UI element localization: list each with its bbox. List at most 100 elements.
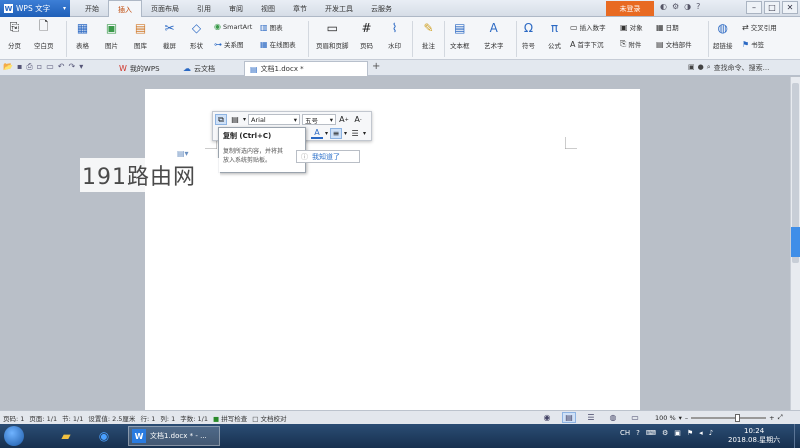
screenshot-button[interactable]: ✂ 截屏 xyxy=(161,19,178,51)
tab-developer[interactable]: 开发工具 xyxy=(316,0,362,17)
page-view-icon[interactable]: ▤ xyxy=(562,412,576,423)
tab-cloud[interactable]: 云服务 xyxy=(362,0,401,17)
blank-page-button[interactable]: 🗋 空白页 xyxy=(34,19,54,50)
settings-tray-icon[interactable]: ⚙ xyxy=(662,429,668,437)
grow-font-icon[interactable]: A + xyxy=(338,114,350,125)
page-number-button[interactable]: # 页码 xyxy=(358,19,375,51)
zoom-out-icon[interactable]: – xyxy=(685,414,688,422)
fit-icon[interactable]: ⤢ xyxy=(778,413,783,422)
cross-ref-button[interactable]: ⇄ 交叉引用 xyxy=(742,22,777,33)
tab-review[interactable]: 审阅 xyxy=(220,0,252,17)
hyperlink-button[interactable]: ◍ 超链接 xyxy=(713,19,733,51)
pagination-button[interactable]: ⎘ 分页 xyxy=(6,19,23,50)
maximize-icon[interactable]: □ xyxy=(764,1,780,14)
chart-button[interactable]: ▥ 图表 xyxy=(260,22,283,33)
tab-cloud-docs[interactable]: ☁ 云文档 xyxy=(178,61,220,76)
tab-insert[interactable]: 插入 xyxy=(108,0,142,18)
spell-check[interactable]: ■ 拼写检查 xyxy=(213,413,247,423)
tab-document1[interactable]: ▤ 文档1.docx * xyxy=(244,61,368,76)
smartart-button[interactable]: ◉ SmartArt xyxy=(214,22,252,31)
shrink-font-icon[interactable]: A- xyxy=(352,114,364,125)
clock[interactable]: 10:24 2018.08.星期六 xyxy=(728,427,780,445)
object-button[interactable]: ▣ 对象 xyxy=(620,22,643,33)
symbol-button[interactable]: Ω 符号 xyxy=(520,19,537,51)
skin-icon[interactable]: ◐ xyxy=(660,2,667,11)
watermark-button[interactable]: ⌇ 水印 xyxy=(386,19,403,51)
bookmark-button[interactable]: ⚑ 书签 xyxy=(742,39,764,50)
login-button[interactable]: 未登录 xyxy=(606,1,654,16)
minimize-icon[interactable]: – xyxy=(746,1,762,14)
outline-view-icon[interactable]: ☰ xyxy=(584,412,598,423)
folder-icon[interactable]: ▰ xyxy=(52,426,80,446)
font-name-select[interactable]: Arial ▾ xyxy=(248,114,301,125)
comment-button[interactable]: ✎ 批注 xyxy=(420,19,437,51)
attachment-button[interactable]: ⎘ 附件 xyxy=(620,39,641,49)
sync-icon[interactable]: ● xyxy=(698,63,704,73)
date-button[interactable]: ▦ 日期 xyxy=(656,22,679,33)
undo-icon[interactable]: ↶ xyxy=(58,62,65,72)
redo-icon[interactable]: ↷ xyxy=(68,62,75,72)
textbox-button[interactable]: ▤ 文本框 xyxy=(450,19,470,51)
keyboard-icon[interactable]: ⌨ xyxy=(646,429,656,437)
status-setting[interactable]: 设置值: 2.5厘米 xyxy=(88,413,135,423)
wordart-button[interactable]: A 艺术字 xyxy=(484,19,504,51)
zoom-slider[interactable] xyxy=(691,413,767,422)
save-icon[interactable]: ▪ xyxy=(17,62,22,72)
ime-indicator[interactable]: CH xyxy=(620,429,630,437)
formula-button[interactable]: π 公式 xyxy=(546,19,563,51)
table-button[interactable]: ▦ 表格 xyxy=(74,19,91,51)
picture-button[interactable]: ▣ 图片 xyxy=(103,19,120,51)
upload-icon[interactable]: ▣ xyxy=(688,63,695,73)
align-center-icon[interactable]: ≡ xyxy=(330,128,343,139)
dropcap-button[interactable]: A 首字下沉 xyxy=(570,39,603,50)
start-button[interactable] xyxy=(4,426,24,446)
status-page[interactable]: 页码: 1 xyxy=(3,413,24,423)
tab-home[interactable]: 开始 xyxy=(76,0,108,17)
doc-parts-button[interactable]: ▤ 文档部件 xyxy=(656,39,692,50)
copy-icon[interactable]: ⧉ xyxy=(215,114,227,125)
paste-options-icon[interactable]: ▤▾ xyxy=(177,149,189,158)
zoom-slider-knob[interactable] xyxy=(735,413,741,422)
zoom-level[interactable]: 100 % xyxy=(655,414,676,422)
tab-chapter[interactable]: 章节 xyxy=(284,0,316,17)
open-icon[interactable]: 📂 xyxy=(3,62,13,72)
volume-icon[interactable]: ◂ xyxy=(699,429,703,437)
speaker-icon[interactable]: ♪ xyxy=(709,429,713,437)
export-icon[interactable]: ▭ xyxy=(46,62,54,72)
read-view-icon[interactable]: ▭ xyxy=(628,412,642,423)
new-tab-plus-icon[interactable]: + xyxy=(372,61,380,72)
command-search[interactable]: ▣ ● ⌕ 查找命令、搜索... xyxy=(688,63,769,73)
chevron-down-icon[interactable]: ▾ xyxy=(679,414,682,422)
customize-chevron-icon[interactable]: ▾ xyxy=(79,62,83,72)
app-menu-button[interactable]: W WPS 文字 ▾ xyxy=(0,0,70,17)
relation-map-button[interactable]: ⊶ 关系图 xyxy=(214,39,244,50)
network-icon[interactable]: ▣ xyxy=(674,429,681,437)
shapes-button[interactable]: ◇ 形状 xyxy=(188,19,205,51)
settings-icon[interactable]: ⚙ xyxy=(672,2,679,11)
tab-references[interactable]: 引用 xyxy=(188,0,220,17)
tab-page-layout[interactable]: 页面布局 xyxy=(142,0,188,17)
got-it-button[interactable]: ⓘ 我知道了 xyxy=(296,150,360,163)
font-color-icon[interactable]: A xyxy=(311,128,323,139)
show-desktop-button[interactable] xyxy=(794,424,800,448)
online-chart-button[interactable]: ▦ 在线图表 xyxy=(260,39,296,50)
preview-icon[interactable]: ▫ xyxy=(37,62,42,72)
side-panel-handle[interactable] xyxy=(791,227,800,257)
gallery-button[interactable]: ▤ 图库 xyxy=(132,19,149,51)
insert-number-button[interactable]: ▭ 插入数字 xyxy=(570,22,606,33)
tab-my-wps[interactable]: W 我的WPS xyxy=(114,61,165,76)
tab-view[interactable]: 视图 xyxy=(252,0,284,17)
print-icon[interactable]: ⎙ xyxy=(26,62,32,72)
help-tray-icon[interactable]: ? xyxy=(636,429,640,437)
close-icon[interactable]: ✕ xyxy=(782,1,798,14)
status-col[interactable]: 列: 1 xyxy=(160,413,175,423)
font-size-select[interactable]: 五号 ▾ xyxy=(302,114,337,125)
status-words[interactable]: 字数: 1/1 xyxy=(180,413,208,423)
status-section[interactable]: 节: 1/1 xyxy=(62,413,83,423)
zoom-in-icon[interactable]: + xyxy=(769,414,774,422)
web-view-icon[interactable]: ◍ xyxy=(606,412,620,423)
status-pages[interactable]: 页面: 1/1 xyxy=(29,413,57,423)
vertical-scrollbar[interactable] xyxy=(790,77,800,410)
browser-icon[interactable]: ◉ xyxy=(90,426,118,446)
paste-icon[interactable]: ▤ xyxy=(229,114,241,125)
